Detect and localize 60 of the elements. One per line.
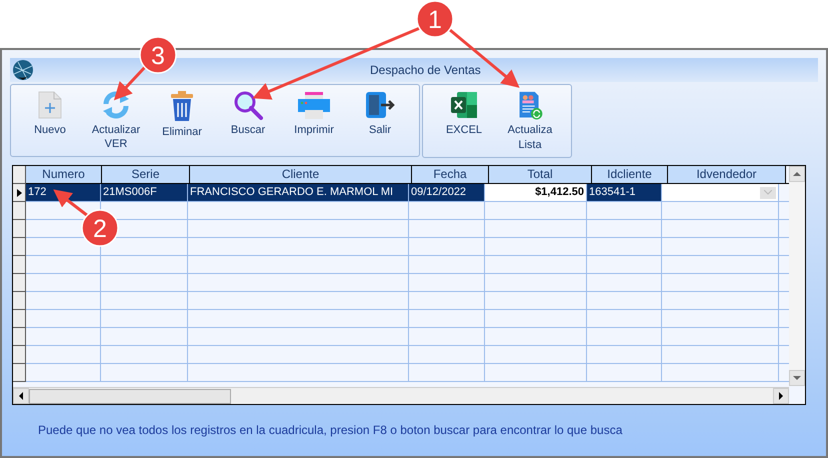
row-selector[interactable] (13, 328, 26, 346)
column-header[interactable]: Idcliente (592, 166, 668, 183)
table-row[interactable]: 172 21MS006F FRANCISCO GERARDO E. MARMOL MI 09/12/2022 $1,412.50 163541-1 (13, 184, 789, 202)
table-cell: 21MS006F (103, 186, 157, 198)
row-selector[interactable] (13, 274, 26, 292)
row-pointer-icon (16, 188, 22, 196)
horizontal-scrollbar[interactable] (13, 387, 789, 404)
row-selector[interactable] (13, 238, 26, 256)
row-selector[interactable] (13, 346, 26, 364)
scroll-left-button[interactable] (13, 388, 29, 404)
toolbar-button[interactable]: EXCEL (431, 88, 497, 154)
toolbar-button[interactable]: Imprimir (281, 88, 347, 154)
down-arrow-icon (792, 374, 802, 382)
right-arrow-icon (777, 391, 785, 401)
grid-corner (13, 166, 26, 184)
chevron-down-icon (764, 190, 772, 195)
annotation-arrow (114, 64, 148, 100)
scroll-down-button[interactable] (789, 370, 805, 386)
search-icon (233, 90, 263, 120)
scroll-right-button[interactable] (773, 388, 789, 404)
toolbar-button[interactable]: Buscar (215, 88, 281, 154)
callout-badge: 2 (81, 209, 119, 247)
window-title: Despacho de Ventas (370, 63, 481, 77)
table-cell: FRANCISCO GERARDO E. MARMOL MI (190, 186, 394, 198)
column-header[interactable]: Total (489, 166, 592, 183)
scrollbar-thumb[interactable] (29, 389, 231, 404)
toolbar-button[interactable]: Eliminar (149, 88, 215, 154)
row-selector[interactable] (13, 364, 26, 382)
column-header[interactable]: Cliente (190, 166, 412, 183)
row-selector[interactable] (13, 310, 26, 328)
toolbar-button[interactable]: Actualizar VER (83, 88, 149, 154)
row-selector[interactable] (13, 256, 26, 274)
column-header[interactable]: Serie (102, 166, 190, 183)
column-header[interactable]: Numero (26, 166, 102, 183)
row-selector[interactable] (13, 220, 26, 238)
column-header[interactable]: Fecha (412, 166, 489, 183)
toolbar-button[interactable]: Actualiza Lista (497, 88, 563, 154)
up-arrow-icon (792, 170, 802, 178)
callout-badge: 1 (416, 0, 454, 38)
exit-door-icon (364, 90, 396, 120)
trash-icon (169, 90, 195, 122)
vertical-scrollbar[interactable] (789, 166, 805, 386)
table-cell: 172 (28, 186, 46, 198)
table-cell: 163541-1 (589, 186, 636, 198)
printer-icon (297, 90, 331, 120)
new-document-icon (37, 90, 63, 120)
row-selector[interactable] (13, 202, 26, 220)
hint-text: Puede que no vea todos los registros en la cuadricula, presion F8 o boton buscar para encontrar lo que busca (38, 423, 624, 437)
callout-badge: 3 (139, 36, 177, 74)
toolbar-button[interactable]: Salir (347, 88, 413, 154)
table-cell: 09/12/2022 (411, 186, 466, 198)
column-header[interactable]: Idvendedor (668, 166, 786, 183)
spreadsheet-icon (449, 90, 479, 120)
annotation-arrow (53, 189, 89, 218)
table-cell: $1,412.50 (535, 186, 584, 198)
scroll-up-button[interactable] (789, 166, 805, 182)
row-selector[interactable] (13, 292, 26, 310)
row-selector[interactable] (13, 184, 26, 202)
globe-icon (12, 59, 34, 81)
left-arrow-icon (17, 391, 25, 401)
